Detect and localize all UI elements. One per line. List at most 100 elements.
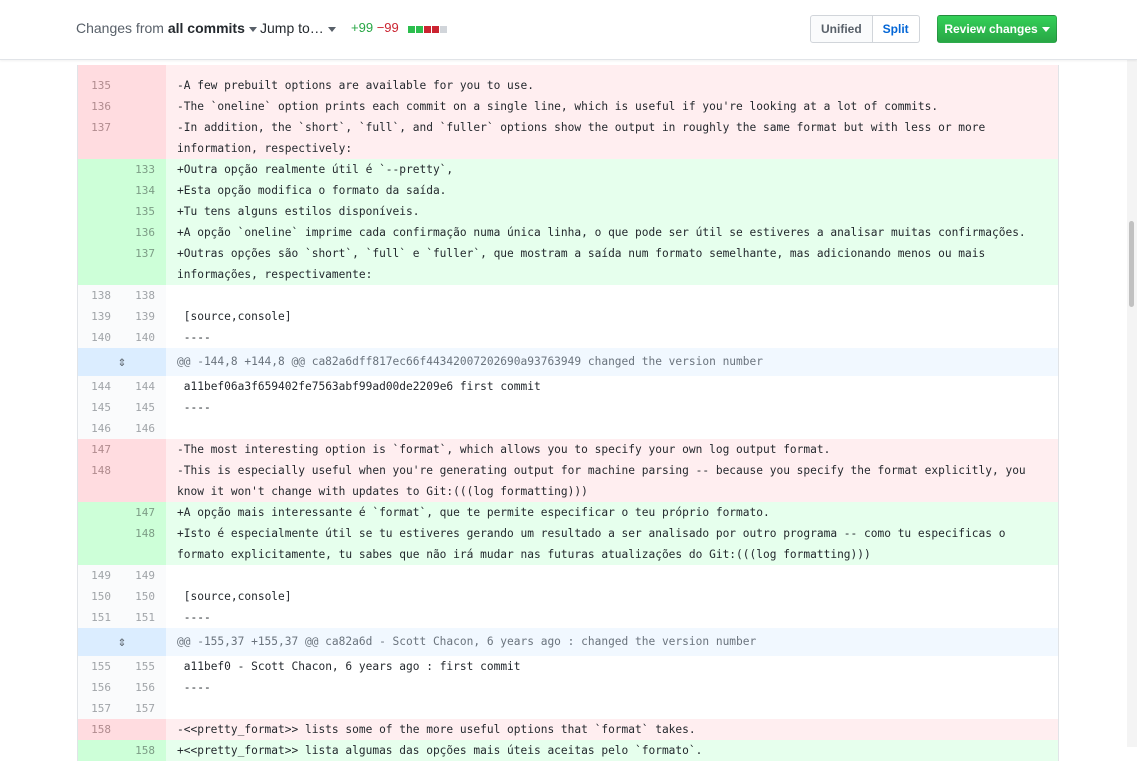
scrollbar[interactable]: [1127, 59, 1137, 747]
hunk-header: ⇕ @@ -155,37 +155,37 @@ ca82a6d - Scott C…: [78, 628, 1058, 656]
old-line-number[interactable]: 137: [78, 117, 122, 159]
chevron-down-icon: [248, 26, 257, 32]
diffstat-block-add: [416, 26, 424, 34]
old-line-number[interactable]: 138: [78, 285, 122, 306]
old-line-number[interactable]: [78, 65, 122, 75]
jump-to-dropdown[interactable]: Jump to…: [260, 20, 336, 36]
old-line-number[interactable]: 155: [78, 656, 122, 677]
review-changes-button[interactable]: Review changes: [937, 15, 1057, 43]
split-button[interactable]: Split: [872, 15, 920, 43]
changes-from-dropdown[interactable]: Changes from all commits: [76, 20, 257, 36]
diff-line-ctx: 155 155 a11bef0 - Scott Chacon, 6 years a…: [78, 656, 1058, 677]
old-line-number[interactable]: 147: [78, 439, 122, 460]
old-line-number[interactable]: [78, 502, 122, 523]
old-line-number[interactable]: 139: [78, 306, 122, 327]
old-line-number[interactable]: 135: [78, 75, 122, 96]
new-line-number[interactable]: 150: [122, 586, 166, 607]
new-line-number[interactable]: 147: [122, 502, 166, 523]
line-code: [source,console]: [177, 310, 292, 323]
hunk-header-text: @@ -155,37 +155,37 @@ ca82a6d - Scott Ch…: [166, 628, 1058, 656]
old-line-number[interactable]: 149: [78, 565, 122, 586]
new-line-number[interactable]: 138: [122, 285, 166, 306]
diff-line-ctx: 138 138: [78, 285, 1058, 306]
old-line-number[interactable]: 144: [78, 376, 122, 397]
new-line-number[interactable]: 155: [122, 656, 166, 677]
old-line-number[interactable]: [78, 222, 122, 243]
old-line-number[interactable]: 157: [78, 698, 122, 719]
additions-count: +99: [351, 20, 374, 35]
new-line-number[interactable]: 136: [122, 222, 166, 243]
new-line-number[interactable]: 137: [122, 243, 166, 285]
new-line-number[interactable]: [122, 719, 166, 740]
old-line-number[interactable]: [78, 201, 122, 222]
old-line-number[interactable]: [78, 180, 122, 201]
new-line-number[interactable]: 140: [122, 327, 166, 348]
diff-line-ctx: 150 150 [source,console]: [78, 586, 1058, 607]
new-line-number[interactable]: 133: [122, 159, 166, 180]
old-line-number[interactable]: [78, 159, 122, 180]
new-line-number[interactable]: 145: [122, 397, 166, 418]
line-code: +A opção `oneline` imprime cada confirma…: [166, 222, 1058, 243]
old-line-number[interactable]: 156: [78, 677, 122, 698]
expand-icon[interactable]: ⇕: [78, 348, 166, 376]
diffstat-blocks: [408, 21, 448, 36]
diff-line-del: 158 -<<pretty_format>> lists some of the …: [78, 719, 1058, 740]
new-line-number[interactable]: 135: [122, 201, 166, 222]
hunk-header: ⇕ @@ -144,8 +144,8 @@ ca82a6dff817ec66f44…: [78, 348, 1058, 376]
new-line-number[interactable]: 134: [122, 180, 166, 201]
old-line-number[interactable]: 140: [78, 327, 122, 348]
new-line-number[interactable]: 151: [122, 607, 166, 628]
new-line-number[interactable]: 156: [122, 677, 166, 698]
line-code: +<<pretty_format>> lista algumas das opç…: [166, 740, 1058, 761]
line-code: +Outras opções são `short`, `full` e `fu…: [166, 243, 1058, 285]
diff-line-ctx: 157 157: [78, 698, 1058, 719]
diff-line-ctx: 149 149: [78, 565, 1058, 586]
old-line-number[interactable]: [78, 740, 122, 761]
line-code: +Outra opção realmente útil é `--pretty`…: [166, 159, 1058, 180]
deletions-count: −99: [376, 20, 399, 35]
old-line-number[interactable]: [78, 243, 122, 285]
scrollbar-thumb[interactable]: [1129, 221, 1134, 307]
chevron-down-icon: [1041, 27, 1050, 33]
new-line-number[interactable]: 139: [122, 306, 166, 327]
line-code: ----: [177, 331, 211, 344]
old-line-number[interactable]: 151: [78, 607, 122, 628]
new-line-number[interactable]: [122, 460, 166, 502]
line-code: ----: [177, 681, 211, 694]
chevron-down-icon: [327, 26, 336, 32]
old-line-number[interactable]: 145: [78, 397, 122, 418]
old-line-number[interactable]: [78, 523, 122, 565]
new-line-number[interactable]: 144: [122, 376, 166, 397]
unified-button[interactable]: Unified: [810, 15, 873, 43]
old-line-number[interactable]: 148: [78, 460, 122, 502]
new-line-number[interactable]: 158: [122, 740, 166, 761]
line-code: +A opção mais interessante é `format`, q…: [166, 502, 1058, 523]
diffstat-block-neutral: [440, 26, 448, 34]
new-line-number[interactable]: [122, 75, 166, 96]
new-line-number[interactable]: 149: [122, 565, 166, 586]
new-line-number[interactable]: [122, 117, 166, 159]
line-code: [166, 698, 1058, 719]
view-mode-toggle: Unified Split: [810, 15, 920, 43]
new-line-number[interactable]: [122, 96, 166, 117]
line-code: [166, 285, 1058, 306]
diff-line-add: 135 +Tu tens alguns estilos disponíveis.: [78, 201, 1058, 222]
old-line-number[interactable]: 136: [78, 96, 122, 117]
diff-stats: +99 −99: [351, 20, 448, 36]
new-line-number[interactable]: 157: [122, 698, 166, 719]
new-line-number[interactable]: 146: [122, 418, 166, 439]
diff-line-add: 134 +Esta opção modifica o formato da saí…: [78, 180, 1058, 201]
new-line-number[interactable]: [122, 65, 166, 75]
line-code: -A few prebuilt options are available fo…: [166, 75, 1058, 96]
diff-line-del: 147 -The most interesting option is `form…: [78, 439, 1058, 460]
new-line-number[interactable]: 148: [122, 523, 166, 565]
new-line-number[interactable]: [122, 439, 166, 460]
line-code: ----: [177, 401, 211, 414]
line-code: [source,console]: [177, 590, 292, 603]
line-code: -The most interesting option is `format`…: [166, 439, 1058, 460]
old-line-number[interactable]: 150: [78, 586, 122, 607]
hunk-header-text: @@ -144,8 +144,8 @@ ca82a6dff817ec66f443…: [166, 348, 1058, 376]
old-line-number[interactable]: 146: [78, 418, 122, 439]
expand-icon[interactable]: ⇕: [78, 628, 166, 656]
old-line-number[interactable]: 158: [78, 719, 122, 740]
